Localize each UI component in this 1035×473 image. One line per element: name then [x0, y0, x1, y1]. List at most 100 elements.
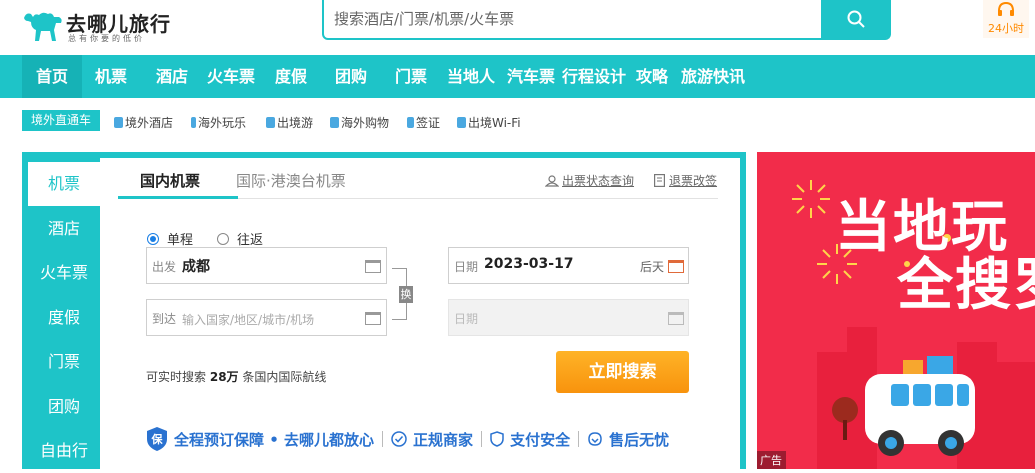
- departure-value: 成都: [182, 259, 210, 275]
- after-sales-icon: [588, 432, 602, 446]
- svg-text:保: 保: [151, 432, 164, 446]
- category-sidebar: 机票 酒店 火车票 度假 门票 团购 自由行: [28, 158, 100, 469]
- one-way-radio[interactable]: 单程: [147, 229, 193, 248]
- ad-banner[interactable]: 当地玩 全搜罗 广告: [757, 152, 1035, 469]
- date-hint: 后天: [640, 260, 665, 274]
- round-trip-label: 往返: [237, 233, 264, 248]
- subnav-label: 出境游: [277, 116, 314, 130]
- visa-icon: [407, 117, 414, 128]
- document-icon: [654, 174, 665, 187]
- overseas-tag[interactable]: 境外直通车: [22, 110, 101, 131]
- subnav-overseas-fun[interactable]: 海外玩乐: [191, 114, 246, 131]
- subnav-label: 出境Wi-Fi: [468, 116, 521, 130]
- search-box: [322, 0, 891, 40]
- nav-tickets[interactable]: 门票: [395, 55, 427, 98]
- subnav-outbound-tour[interactable]: 出境游: [266, 114, 313, 131]
- subnav-overseas-shopping[interactable]: 海外购物: [330, 114, 389, 131]
- category-flights[interactable]: 机票: [28, 162, 100, 206]
- search-flights-button[interactable]: 立即搜索: [556, 351, 689, 393]
- swap-button[interactable]: 换: [399, 286, 413, 303]
- guarantee-payment: 支付安全: [510, 430, 571, 449]
- category-tickets[interactable]: 门票: [28, 340, 100, 384]
- subnav-label: 签证: [416, 116, 441, 130]
- info-suffix: 条国内国际航线: [242, 370, 327, 384]
- secure-payment-icon: [490, 431, 504, 447]
- category-vacation[interactable]: 度假: [28, 296, 100, 340]
- logo[interactable]: 去哪儿旅行 总有你要的低价: [22, 6, 170, 46]
- overseas-subnav: 境外直通车 境外酒店 海外玩乐 出境游 海外购物 签证 出境Wi-Fi: [0, 108, 1035, 134]
- nav-guides[interactable]: 攻略: [636, 55, 668, 98]
- radio-dot: [217, 232, 229, 245]
- subnav-visa[interactable]: 签证: [407, 114, 440, 131]
- nav-vacation[interactable]: 度假: [275, 55, 307, 98]
- guarantee-after-sales: 售后无忧: [609, 430, 670, 449]
- nav-trains[interactable]: 火车票: [207, 55, 255, 98]
- subnav-label: 境外酒店: [125, 116, 174, 130]
- nav-hotels[interactable]: 酒店: [156, 55, 188, 98]
- main-nav: 首页 机票 酒店 火车票 度假 团购 门票 当地人 汽车票 行程设计 攻略 旅游…: [0, 55, 1035, 98]
- arrival-placeholder: 输入国家/地区/城市/机场: [182, 313, 315, 327]
- tab-international-flights[interactable]: 国际·港澳台机票: [236, 170, 346, 191]
- brand-slogan: 总有你要的低价: [68, 34, 145, 43]
- active-tab-indicator: [118, 196, 238, 199]
- divider: [481, 431, 483, 447]
- city-picker-icon[interactable]: [365, 312, 381, 325]
- shopping-icon: [330, 117, 339, 128]
- nav-home[interactable]: 首页: [22, 55, 83, 98]
- arrival-field[interactable]: 到达 输入国家/地区/城市/机场: [146, 299, 387, 336]
- round-trip-radio[interactable]: 往返: [217, 229, 263, 248]
- one-way-label: 单程: [167, 233, 194, 248]
- departure-date-field[interactable]: 日期 2023-03-17 后天: [448, 247, 689, 284]
- refund-change-link[interactable]: 退票改签: [654, 172, 717, 189]
- category-groupbuy[interactable]: 团购: [28, 385, 100, 429]
- arrival-label: 到达: [152, 312, 177, 326]
- departure-field[interactable]: 出发 成都: [146, 247, 387, 284]
- tab-domestic-flights[interactable]: 国内机票: [140, 170, 200, 191]
- divider: [578, 431, 580, 447]
- return-date-field: 日期: [448, 299, 689, 336]
- ad-badge: 广告: [757, 451, 786, 469]
- certified-merchant-icon: [391, 431, 407, 447]
- guarantee-bar: 保 全程预订保障 • 去哪儿都放心 正规商家 支付安全 售后无忧: [146, 425, 669, 453]
- subnav-wifi[interactable]: 出境Wi-Fi: [457, 114, 521, 131]
- shield-icon: 保: [147, 427, 167, 451]
- subnav-label: 海外购物: [341, 116, 390, 130]
- date-label: 日期: [454, 260, 479, 274]
- nav-bus-tickets[interactable]: 汽车票: [507, 55, 555, 98]
- search-icon: [847, 10, 865, 28]
- category-hotels[interactable]: 酒店: [28, 207, 100, 251]
- return-date-label: 日期: [454, 312, 479, 326]
- nav-itinerary[interactable]: 行程设计: [562, 55, 626, 98]
- info-prefix: 可实时搜索: [146, 370, 207, 384]
- city-picker-icon[interactable]: [365, 260, 381, 273]
- divider: [382, 431, 384, 447]
- radio-dot: [147, 232, 159, 245]
- nav-travel-news[interactable]: 旅游快讯: [681, 55, 745, 98]
- fun-icon: [191, 117, 196, 128]
- nav-groupbuy[interactable]: 团购: [335, 55, 367, 98]
- ad-headline-line2: 全搜罗: [897, 253, 1035, 318]
- info-count: 28万: [209, 370, 239, 384]
- search-input[interactable]: [334, 5, 814, 33]
- booking-panel: 机票 酒店 火车票 度假 门票 团购 自由行 国内机票 国际·港澳台机票 出票状…: [22, 152, 746, 469]
- route-info: 可实时搜索 28万 条国内国际航线: [146, 368, 326, 385]
- header: 去哪儿旅行 总有你要的低价 24小时: [0, 0, 1035, 55]
- search-button[interactable]: [821, 0, 891, 38]
- departure-label: 出发: [152, 260, 177, 274]
- hotel-icon: [114, 117, 123, 128]
- customer-service[interactable]: 24小时: [983, 0, 1029, 38]
- subnav-overseas-hotels[interactable]: 境外酒店: [114, 114, 173, 131]
- calendar-icon: [668, 312, 684, 325]
- plane-icon: [266, 117, 275, 128]
- ticket-status-link[interactable]: 出票状态查询: [545, 172, 634, 189]
- category-free-travel[interactable]: 自由行: [28, 429, 100, 473]
- service-label: 24小时: [988, 22, 1024, 35]
- calendar-icon[interactable]: [668, 260, 684, 273]
- date-value: 2023-03-17: [484, 256, 574, 272]
- nav-flights[interactable]: 机票: [95, 55, 127, 98]
- camel-logo-icon: [24, 12, 62, 41]
- nav-locals[interactable]: 当地人: [447, 55, 495, 98]
- category-trains[interactable]: 火车票: [28, 251, 100, 295]
- subnav-label: 海外玩乐: [198, 116, 247, 130]
- refund-change-label: 退票改签: [669, 174, 718, 188]
